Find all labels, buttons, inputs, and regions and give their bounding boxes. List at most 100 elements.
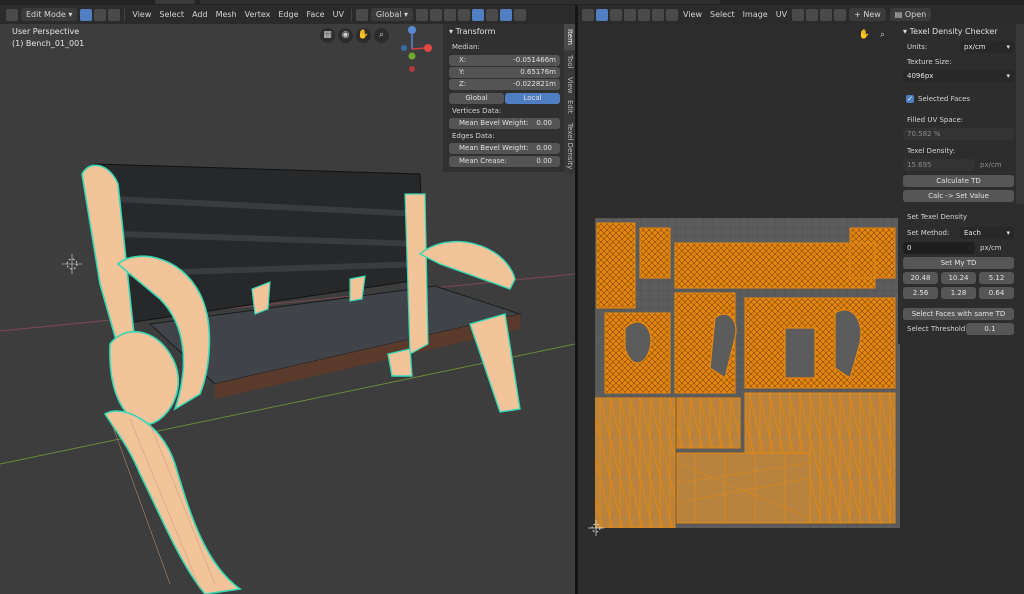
image-display-icon[interactable]: [834, 8, 847, 21]
menu-uv[interactable]: UV: [329, 8, 348, 22]
threshold-field[interactable]: 0.1: [966, 323, 1014, 335]
y-value: 0.65176m: [520, 68, 556, 76]
editor-type-icon[interactable]: [6, 8, 18, 21]
menu-add[interactable]: Add: [188, 8, 212, 22]
shading-options-icon[interactable]: [514, 8, 527, 21]
gizmo-neg-x[interactable]: [409, 66, 415, 72]
local-toggle[interactable]: Local: [505, 93, 560, 104]
preset-5-12-button[interactable]: 5.12: [979, 272, 1014, 284]
uv-snap-icon[interactable]: [806, 8, 819, 21]
edge-bevel-field[interactable]: Mean Bevel Weight: 0.00: [449, 143, 560, 154]
edge-bevel-value: 0.00: [536, 144, 552, 152]
menu-view[interactable]: View: [128, 8, 155, 22]
uv-select-face-icon[interactable]: [624, 8, 636, 21]
median-z-field[interactable]: Z: -0.022821m: [449, 79, 560, 90]
chevron-down-icon: ▾: [1006, 43, 1010, 51]
preset-2-56-button[interactable]: 2.56: [903, 287, 938, 299]
menu-vertex[interactable]: Vertex: [241, 8, 275, 22]
texture-size-dropdown[interactable]: 4096px ▾: [903, 70, 1014, 82]
orientation-dropdown[interactable]: Global ▾: [370, 8, 414, 21]
transform-panel: ▾ Transform Median: X: -0.051466m Y: 0.6…: [443, 24, 564, 172]
uv-menu-select[interactable]: Select: [706, 8, 739, 22]
transform-orientation-icon[interactable]: [355, 8, 368, 21]
texel-density-unit: px/cm: [980, 161, 1002, 169]
units-dropdown[interactable]: px/cm ▾: [960, 41, 1014, 53]
zoom-icon[interactable]: ⌕: [374, 28, 389, 43]
workspace-tabs-hint[interactable]: [200, 0, 720, 4]
set-method-label: Set Method:: [907, 229, 950, 237]
selected-faces-checkbox[interactable]: ✓: [906, 95, 914, 103]
snap-target-icon[interactable]: [444, 8, 457, 21]
crease-value: 0.00: [536, 157, 552, 165]
uv-menu-view[interactable]: View: [679, 8, 706, 22]
set-td-header: Set Texel Density: [907, 213, 968, 221]
vert-bevel-field[interactable]: Mean Bevel Weight: 0.00: [449, 118, 560, 129]
menu-face[interactable]: Face: [303, 8, 329, 22]
viewport-header: Edit Mode ▾ View Select Add Mesh Vertex …: [0, 5, 575, 24]
uv-menu-uv[interactable]: UV: [772, 8, 791, 22]
uv-sidebar-tabs[interactable]: [1016, 24, 1024, 204]
mode-dropdown[interactable]: Edit Mode ▾: [21, 8, 78, 21]
menu-edge[interactable]: Edge: [274, 8, 302, 22]
uv-island-seat: [676, 452, 811, 524]
camera-icon[interactable]: ◉: [338, 28, 353, 43]
face-select-icon[interactable]: [108, 8, 121, 21]
gizmo-z-axis[interactable]: [408, 26, 416, 34]
navigation-gizmo[interactable]: [398, 24, 434, 74]
median-x-field[interactable]: X: -0.051466m: [449, 55, 560, 66]
preset-0-64-button[interactable]: 0.64: [979, 287, 1014, 299]
vertex-select-icon[interactable]: [80, 8, 93, 21]
global-toggle[interactable]: Global: [449, 93, 504, 104]
workspace-tab-hint[interactable]: [155, 0, 195, 4]
set-method-dropdown[interactable]: Each ▾: [960, 227, 1014, 239]
uv-proportional-icon[interactable]: [820, 8, 833, 21]
shading-icon[interactable]: [500, 8, 513, 21]
gizmo-x-axis[interactable]: [424, 44, 432, 52]
hand-icon[interactable]: ✋: [356, 28, 371, 43]
xray-icon[interactable]: [486, 8, 499, 21]
edges-data-label: Edges Data:: [452, 132, 495, 140]
menu-mesh[interactable]: Mesh: [212, 8, 241, 22]
select-same-td-button[interactable]: Select Faces with same TD: [903, 308, 1014, 320]
open-image-button[interactable]: ▤ Open: [889, 8, 932, 21]
uv-select-vertex-icon[interactable]: [596, 8, 608, 21]
td-input-field[interactable]: 0: [903, 242, 975, 254]
overlay-icon[interactable]: [472, 8, 485, 21]
median-y-field[interactable]: Y: 0.65176m: [449, 67, 560, 78]
uv-sync-icon[interactable]: [652, 8, 664, 21]
new-image-button[interactable]: + New: [849, 8, 886, 21]
editor-type-icon[interactable]: [582, 8, 594, 21]
uv-editor[interactable]: ✋ ⌕ ▾ Texel Density Checker Units: px/cm…: [578, 24, 1024, 594]
crease-field[interactable]: Mean Crease: 0.00: [449, 156, 560, 167]
preset-20-48-button[interactable]: 20.48: [903, 272, 938, 284]
edge-select-icon[interactable]: [94, 8, 107, 21]
uv-layout: [595, 218, 900, 528]
open-label: Open: [904, 10, 927, 19]
calc-set-value-button[interactable]: Calc -> Set Value: [903, 190, 1014, 202]
uv-menu-image[interactable]: Image: [739, 8, 772, 22]
transform-panel-title[interactable]: ▾ Transform: [449, 27, 495, 36]
grid-icon[interactable]: ▦: [320, 28, 335, 43]
gizmo-y-axis[interactable]: [408, 52, 416, 60]
uv-zoom-icon[interactable]: ⌕: [875, 28, 890, 43]
preset-10-24-button[interactable]: 10.24: [941, 272, 976, 284]
uv-cursor[interactable]: [588, 520, 604, 536]
calculate-td-button[interactable]: Calculate TD: [903, 175, 1014, 187]
uv-select-island-icon[interactable]: [638, 8, 650, 21]
td-input-unit: px/cm: [980, 244, 1002, 252]
viewport-3d[interactable]: User Perspective (1) Bench_01_001 ▦ ◉ ✋ …: [0, 24, 576, 594]
median-label: Median:: [452, 43, 480, 51]
uv-hand-icon[interactable]: ✋: [857, 28, 872, 43]
set-my-td-button[interactable]: Set My TD: [903, 257, 1014, 269]
preset-1-28-button[interactable]: 1.28: [941, 287, 976, 299]
gizmo-neg-z[interactable]: [401, 45, 407, 51]
uv-select-edge-icon[interactable]: [610, 8, 622, 21]
right-rear-foot: [387, 348, 413, 377]
snap-icon[interactable]: [430, 8, 443, 21]
pivot-icon[interactable]: [416, 8, 429, 21]
proportional-edit-icon[interactable]: [458, 8, 471, 21]
menu-select[interactable]: Select: [155, 8, 188, 22]
td-panel-title-row[interactable]: ▾ Texel Density Checker: [903, 27, 998, 36]
uv-pivot-icon[interactable]: [792, 8, 805, 21]
sticky-select-icon[interactable]: [666, 8, 678, 21]
